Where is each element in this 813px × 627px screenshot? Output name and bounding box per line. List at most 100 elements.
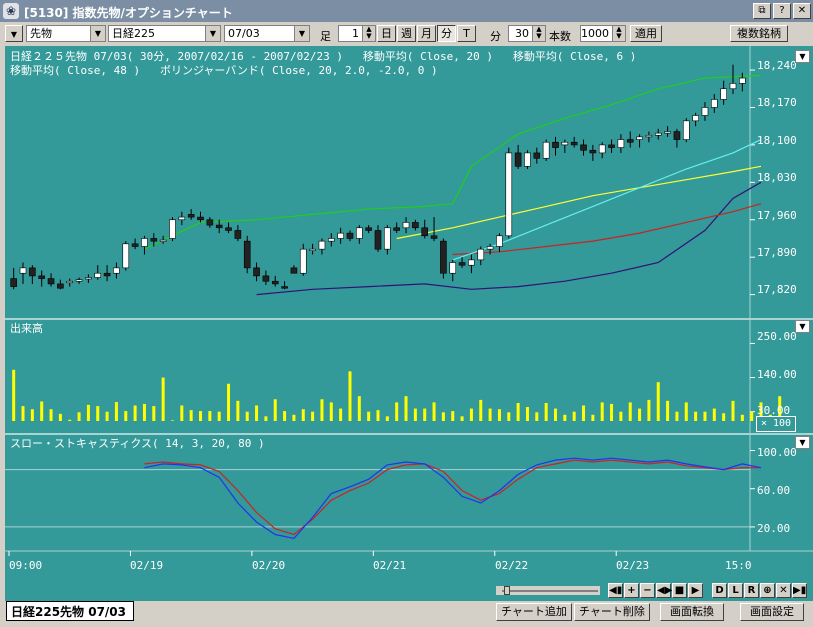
restore-button[interactable]: ⧉ xyxy=(753,3,771,19)
stoch-panel-menu-button[interactable]: ▼ xyxy=(795,436,810,449)
month-select-value: 07/03 xyxy=(228,27,260,40)
candle-body xyxy=(449,262,457,274)
index-select[interactable]: 日経225 ▼ xyxy=(108,25,221,42)
draw-d-button[interactable]: D xyxy=(712,583,727,598)
candle-body xyxy=(739,77,746,84)
period-week-button[interactable]: 週 xyxy=(397,25,416,42)
candle-body xyxy=(206,219,214,226)
market-select[interactable]: 先物 ▼ xyxy=(26,25,106,42)
price-tick: 17,820 xyxy=(757,283,797,296)
spinner-arrows-icon[interactable]: ▲ ▼ xyxy=(532,26,545,41)
period-tick-button[interactable]: T xyxy=(457,25,476,42)
spinner-arrows-icon[interactable]: ▲ ▼ xyxy=(362,26,375,41)
candle-body xyxy=(66,280,74,284)
candle-body xyxy=(337,232,344,239)
period-minute-button[interactable]: 分 xyxy=(437,25,456,42)
volume-bar xyxy=(86,404,90,421)
zoom-out-button[interactable]: − xyxy=(640,583,655,598)
volume-bar xyxy=(245,411,249,421)
period-month-button[interactable]: 月 xyxy=(417,25,436,42)
volume-bar xyxy=(376,410,380,421)
stoch-title: スロー・ストキャスティクス( 14, 3, 20, 80 ) xyxy=(10,437,265,450)
chart-area[interactable]: 日経２２５先物 07/03( 30分, 2007/02/16 - 2007/02… xyxy=(5,46,813,601)
chart-tab[interactable]: 日経225先物 07/03 xyxy=(6,601,134,621)
candle-body xyxy=(524,152,531,167)
candle-body xyxy=(309,248,316,251)
slider-thumb[interactable] xyxy=(504,586,510,595)
volume-bar xyxy=(152,406,156,421)
volume-bar xyxy=(647,399,651,421)
candle-body xyxy=(141,238,148,247)
switch-screen-button[interactable]: 画面転換 xyxy=(660,603,724,621)
candle-body xyxy=(131,243,139,247)
volume-bar xyxy=(666,400,670,421)
delete-chart-button[interactable]: チャート削除 xyxy=(574,603,650,621)
scroll-start-button[interactable]: ◀▮ xyxy=(608,583,623,598)
candle-body xyxy=(281,286,288,289)
candle-body xyxy=(47,278,55,285)
zoom-in-button[interactable]: + xyxy=(624,583,639,598)
fit-button[interactable]: ◀▶ xyxy=(656,583,672,598)
draw-l-button[interactable]: L xyxy=(728,583,743,598)
count-spinner[interactable]: 1000 ▲ ▼ xyxy=(580,25,626,42)
candle-body xyxy=(729,83,737,90)
volume-bar xyxy=(479,399,483,421)
close-button[interactable]: ✕ xyxy=(793,3,811,19)
ashi-value: 1 xyxy=(352,27,359,40)
candle-body xyxy=(421,227,429,237)
play-button[interactable]: ▶ xyxy=(688,583,703,598)
volume-bar xyxy=(114,402,118,421)
volume-panel-menu-button[interactable]: ▼ xyxy=(795,320,810,333)
help-button[interactable]: ? xyxy=(773,3,791,19)
volume-bar xyxy=(21,406,25,421)
time-scroll-slider[interactable] xyxy=(496,586,600,595)
x-tick: 02/20 xyxy=(252,559,286,572)
volume-tick: 250.00 xyxy=(757,330,797,343)
screen-settings-button[interactable]: 画面設定 xyxy=(740,603,804,621)
volume-bar xyxy=(488,408,492,421)
menu-dropdown-button[interactable]: ▼ xyxy=(5,25,23,42)
volume-bar xyxy=(600,402,604,421)
volume-bar xyxy=(311,411,315,421)
stop-button[interactable]: ■ xyxy=(672,583,687,598)
multi-symbol-button[interactable]: 複数銘柄 xyxy=(730,25,788,42)
price-panel-menu-button[interactable]: ▼ xyxy=(795,50,810,63)
volume-bar xyxy=(423,408,427,421)
scroll-end-button[interactable]: ▶▮ xyxy=(792,583,807,598)
candle-body xyxy=(654,132,662,136)
chart-svg[interactable] xyxy=(5,46,813,601)
candle-body xyxy=(169,219,176,239)
apply-button[interactable]: 適用 xyxy=(630,25,662,42)
count-label: 本数 xyxy=(549,30,571,43)
spinner-arrows-icon[interactable]: ▲ ▼ xyxy=(612,26,625,41)
candle-body xyxy=(598,144,606,154)
volume-bar xyxy=(656,382,660,421)
candle-body xyxy=(271,280,279,285)
month-select[interactable]: 07/03 ▼ xyxy=(224,25,310,42)
candle-body xyxy=(682,120,690,140)
volume-bar xyxy=(591,414,595,421)
candle-body xyxy=(692,115,699,122)
add-chart-button[interactable]: チャート追加 xyxy=(496,603,572,621)
clear-button[interactable]: ✕ xyxy=(776,583,791,598)
price-tick: 18,240 xyxy=(757,59,797,72)
candle-body xyxy=(617,139,625,148)
candle-body xyxy=(215,224,223,229)
minute-spinner[interactable]: 30 ▲ ▼ xyxy=(508,25,546,42)
candle-body xyxy=(187,214,195,218)
slider-track xyxy=(502,590,598,592)
draw-r-button[interactable]: R xyxy=(744,583,759,598)
volume-bar xyxy=(77,412,81,421)
chevron-down-icon: ▼ xyxy=(294,26,309,41)
volume-bar xyxy=(357,396,361,421)
period-day-button[interactable]: 日 xyxy=(377,25,396,42)
volume-bar xyxy=(451,411,455,421)
candle-body xyxy=(673,131,681,140)
candle-body xyxy=(440,240,447,274)
magnify-button[interactable]: ⊕ xyxy=(760,583,775,598)
candle-body xyxy=(234,230,242,239)
minute-label: 分 xyxy=(490,30,501,43)
candle-body xyxy=(468,259,475,266)
ashi-spinner[interactable]: 1 ▲ ▼ xyxy=(338,25,376,42)
candle-body xyxy=(711,99,718,108)
